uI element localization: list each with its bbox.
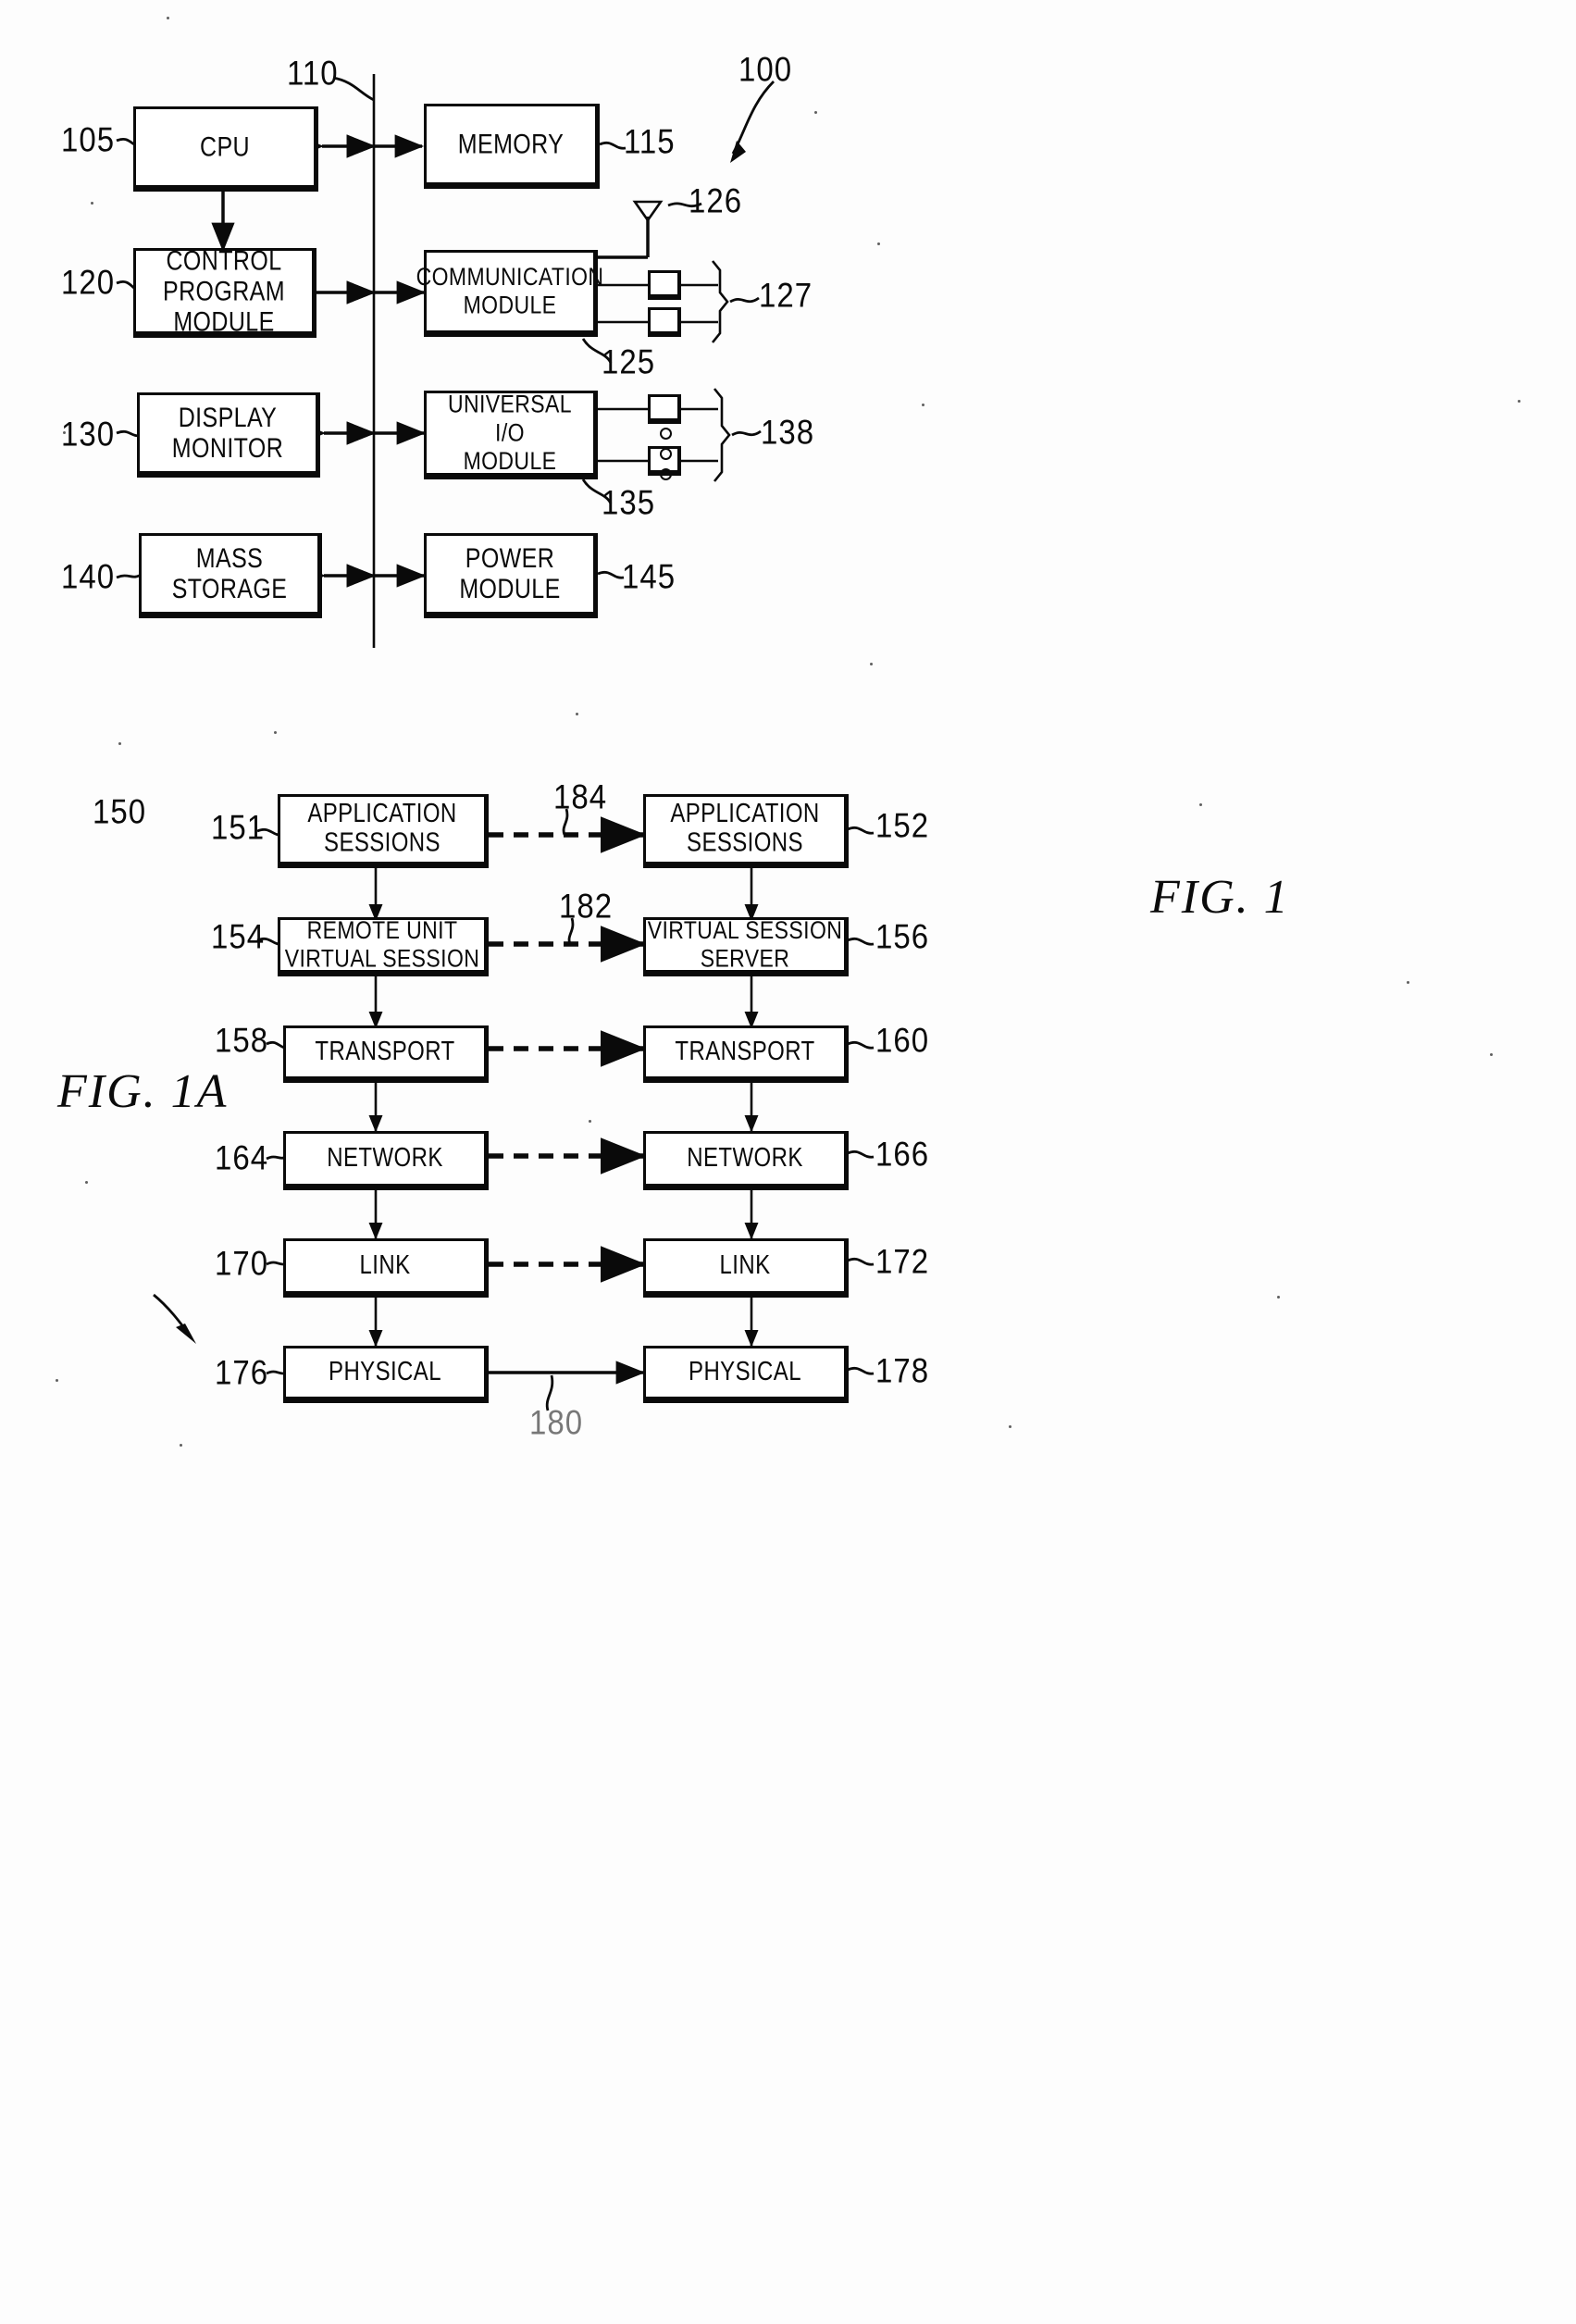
block-link-left-label: LINK [359,1249,411,1280]
block-transport-left-label: TRANSPORT [315,1036,455,1066]
ref-125: 125 [602,342,656,381]
ref-126: 126 [689,180,743,220]
ref-172: 172 [875,1241,930,1281]
ref-170: 170 [215,1243,269,1283]
ref-160: 160 [875,1020,930,1060]
ref-138: 138 [761,412,815,452]
block-cpu-label: CPU [200,131,250,163]
block-physical-left: PHYSICAL [283,1346,489,1403]
ref-182: 182 [559,886,614,926]
ref-100: 100 [738,49,793,89]
block-network-left-label: NETWORK [327,1142,443,1173]
block-universal-io-module-label: UNIVERSAL I/O MODULE [448,390,572,475]
block-transport-right-label: TRANSPORT [675,1036,815,1066]
block-memory: MEMORY [424,104,600,189]
figure-1a-caption: FIG. 1A [57,1065,229,1118]
block-virtual-session-server-label: VIRTUAL SESSION SERVER [647,915,843,973]
block-display-monitor: DISPLAY MONITOR [137,392,320,478]
block-link-right-label: LINK [719,1249,771,1280]
ref-151: 151 [211,807,266,847]
block-remote-unit-virtual-session: REMOTE UNIT VIRTUAL SESSION [278,915,489,976]
patent-drawing-sheet: CPU MEMORY CONTROL PROGRAM MODULE COMMUN… [0,0,1576,2324]
block-transport-right: TRANSPORT [643,1025,849,1083]
ref-176: 176 [215,1352,269,1392]
block-physical-right-label: PHYSICAL [689,1356,801,1386]
block-physical-right: PHYSICAL [643,1346,849,1403]
ref-145: 145 [622,556,676,596]
ref-184: 184 [553,777,608,816]
figure-1-caption: FIG. 1 [1150,871,1290,924]
block-mass-storage-label: MASS STORAGE [171,542,288,605]
block-power-module: POWER MODULE [424,533,598,618]
block-link-right: LINK [643,1238,849,1298]
ref-115: 115 [624,121,676,161]
ref-158: 158 [215,1020,269,1060]
ref-156: 156 [875,916,930,956]
block-network-left: NETWORK [283,1131,489,1190]
ref-150: 150 [93,791,147,831]
ref-154: 154 [211,916,266,956]
block-display-monitor-label: DISPLAY MONITOR [171,402,284,465]
io-ports-ellipsis [660,428,672,480]
block-application-sessions-left-label: APPLICATION SESSIONS [307,799,457,858]
ref-180: 180 [529,1402,584,1442]
ref-110: 110 [287,53,339,93]
ref-152: 152 [875,805,930,845]
block-remote-unit-virtual-session-label: REMOTE UNIT VIRTUAL SESSION [284,915,480,973]
ref-178: 178 [875,1350,930,1390]
ref-127: 127 [759,275,813,315]
block-application-sessions-left: APPLICATION SESSIONS [278,794,489,868]
block-control-program-module-label: CONTROL PROGRAM MODULE [163,244,285,338]
block-universal-io-module: UNIVERSAL I/O MODULE [424,390,598,479]
block-communication-module: COMMUNICATION MODULE [416,250,603,337]
block-network-right: NETWORK [643,1131,849,1190]
block-mass-storage: MASS STORAGE [139,533,322,618]
io-port-1 [648,394,681,424]
ref-166: 166 [875,1134,930,1174]
block-cpu: CPU [133,106,318,192]
block-power-module-label: POWER MODULE [459,542,561,605]
ref-120: 120 [61,262,116,302]
ref-130: 130 [61,414,116,454]
block-application-sessions-right: APPLICATION SESSIONS [643,794,849,868]
ref-105: 105 [61,119,116,159]
block-control-program-module: CONTROL PROGRAM MODULE [133,244,316,338]
block-communication-module-label: COMMUNICATION MODULE [416,262,604,319]
block-network-right-label: NETWORK [687,1142,803,1173]
block-memory-label: MEMORY [457,129,565,160]
ref-164: 164 [215,1137,269,1177]
block-link-left: LINK [283,1238,489,1298]
comm-port-2 [648,307,681,337]
ref-140: 140 [61,556,116,596]
ref-135: 135 [602,482,656,522]
block-physical-left-label: PHYSICAL [329,1356,441,1386]
block-application-sessions-right-label: APPLICATION SESSIONS [670,799,820,858]
comm-port-1 [648,270,681,300]
block-transport-left: TRANSPORT [283,1025,489,1083]
block-virtual-session-server: VIRTUAL SESSION SERVER [643,915,849,976]
